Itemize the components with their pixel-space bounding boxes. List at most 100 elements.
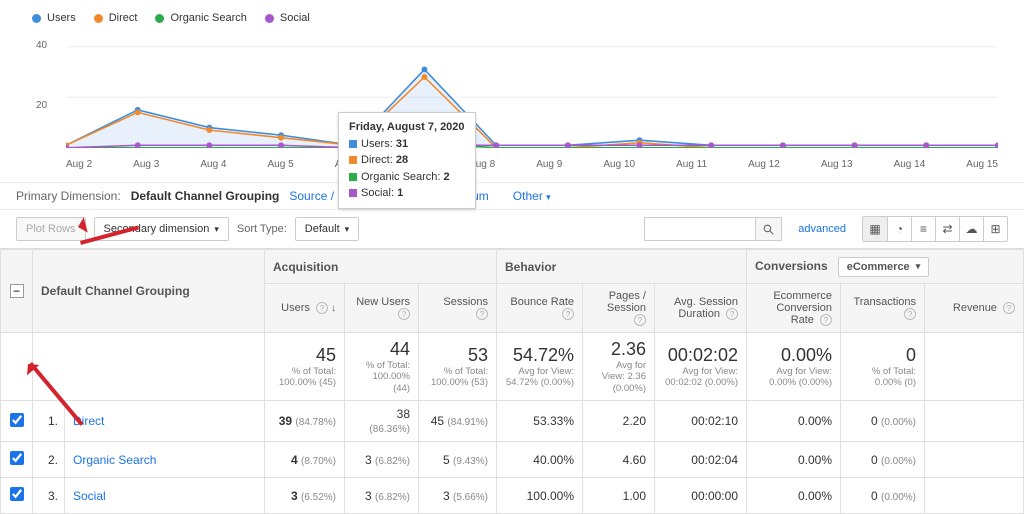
col-users[interactable]: Users ? ↓ (265, 284, 345, 333)
search-button[interactable] (755, 218, 781, 240)
tooltip-row: Users: 31 (349, 136, 465, 153)
search-icon (762, 223, 775, 236)
legend-label: Direct (109, 12, 138, 24)
x-tick-label: Aug 4 (200, 159, 226, 170)
tooltip-title: Friday, August 7, 2020 (349, 119, 465, 136)
view-table-icon[interactable]: ▦ (863, 217, 887, 241)
chart-area: Users Direct Organic Search Social 40 20 Au… (0, 0, 1024, 182)
col-bounce[interactable]: Bounce Rate ? (497, 284, 583, 333)
advanced-link[interactable]: advanced (798, 223, 846, 235)
chevron-down-icon: ▾ (214, 224, 219, 235)
row-checkbox[interactable] (10, 413, 24, 427)
channel-link[interactable]: Direct (73, 414, 104, 428)
help-icon[interactable]: ? (904, 308, 916, 320)
x-tick-label: Aug 10 (603, 159, 635, 170)
legend-item[interactable]: Direct (94, 12, 138, 24)
group-acquisition: Acquisition (265, 250, 497, 284)
search-box (644, 217, 782, 241)
group-behavior: Behavior (497, 250, 747, 284)
help-icon[interactable]: ? (726, 308, 738, 320)
legend-item[interactable]: Organic Search (155, 12, 246, 24)
legend-dot-icon (155, 14, 164, 23)
tooltip-row: Direct: 28 (349, 152, 465, 169)
view-pie-icon[interactable]: ◔ (887, 217, 911, 241)
legend-item[interactable]: Users (32, 12, 76, 24)
legend-dot-icon (265, 14, 274, 23)
row-checkbox[interactable] (10, 451, 24, 465)
view-buttons: ▦ ◔ ≡ ⇄ ☁ ⊞ (862, 216, 1008, 242)
legend-label: Social (280, 12, 310, 24)
sort-type-label: Sort Type: (237, 223, 287, 235)
search-input[interactable] (645, 218, 755, 240)
row-name: Social (65, 478, 265, 514)
x-tick-label: Aug 14 (894, 159, 926, 170)
table-toolbar: Plot Rows Secondary dimension ▾ Sort Typ… (0, 209, 1024, 249)
sort-type-dropdown[interactable]: Default ▾ (295, 217, 359, 241)
collapse-all-button[interactable]: − (10, 284, 24, 298)
row-rank: 2. (33, 442, 65, 478)
help-icon[interactable]: ? (1003, 302, 1015, 314)
tooltip-row: Social: 1 (349, 185, 465, 202)
help-icon[interactable]: ? (398, 308, 410, 320)
chart-legend: Users Direct Organic Search Social (16, 8, 1008, 34)
help-icon[interactable]: ? (820, 314, 832, 326)
col-pps[interactable]: Pages / Session ? (583, 284, 655, 333)
col-newusers[interactable]: New Users ? (345, 284, 419, 333)
legend-item[interactable]: Social (265, 12, 310, 24)
group-conversions: Conversions eCommerce ▾ (747, 250, 1024, 284)
col-duration[interactable]: Avg. Session Duration ? (655, 284, 747, 333)
primary-dimension-row: Primary Dimension: Default Channel Group… (0, 182, 1024, 209)
x-axis-labels: Aug 2Aug 3Aug 4Aug 5Aug 6Aug 7Aug 8Aug 9… (66, 159, 998, 170)
table-row: 3. Social 3 (6.52%) 3 (6.82%) 3 (5.66%) … (1, 478, 1024, 514)
table-row: 2. Organic Search 4 (8.70%) 3 (6.82%) 5 … (1, 442, 1024, 478)
x-tick-label: Aug 12 (748, 159, 780, 170)
ytick-40: 40 (36, 40, 47, 51)
x-tick-label: Aug 13 (821, 159, 853, 170)
table-group-header: − Default Channel Grouping Acquisition B… (1, 250, 1024, 284)
chevron-down-icon: ▾ (916, 261, 921, 272)
chevron-down-icon: ▾ (546, 192, 551, 202)
x-tick-label: Aug 3 (133, 159, 159, 170)
x-tick-label: Aug 15 (966, 159, 998, 170)
row-checkbox[interactable] (10, 487, 24, 501)
tooltip-swatch-icon (349, 173, 357, 181)
conversion-selector[interactable]: eCommerce ▾ (838, 257, 930, 277)
view-bars-icon[interactable]: ≡ (911, 217, 935, 241)
legend-label: Users (47, 12, 76, 24)
legend-dot-icon (94, 14, 103, 23)
view-pivot-icon[interactable]: ⊞ (983, 217, 1007, 241)
help-icon[interactable]: ? (562, 308, 574, 320)
table-row: 1. Direct 39 (84.78%) 38 (86.36%) 45 (84… (1, 401, 1024, 442)
row-name: Direct (65, 401, 265, 442)
dimension-header[interactable]: Default Channel Grouping (33, 250, 265, 333)
help-icon[interactable]: ? (634, 314, 646, 326)
view-compare-icon[interactable]: ⇄ (935, 217, 959, 241)
view-cloud-icon[interactable]: ☁ (959, 217, 983, 241)
x-tick-label: Aug 5 (268, 159, 294, 170)
tooltip-swatch-icon (349, 189, 357, 197)
col-revenue[interactable]: Revenue ? (925, 284, 1024, 333)
line-chart: 40 20 Aug 2Aug 3Aug 4Aug 5Aug 6Aug 7Aug … (16, 34, 1008, 174)
x-tick-label: Aug 2 (66, 159, 92, 170)
chevron-down-icon: ▾ (345, 224, 350, 235)
chart-canvas (66, 34, 998, 148)
col-tx[interactable]: Transactions ? (841, 284, 925, 333)
row-rank: 1. (33, 401, 65, 442)
plot-rows-button: Plot Rows (16, 217, 86, 241)
data-table: − Default Channel Grouping Acquisition B… (0, 249, 1024, 514)
help-icon[interactable]: ? (476, 308, 488, 320)
dim-active[interactable]: Default Channel Grouping (131, 189, 280, 203)
sort-down-icon: ↓ (331, 303, 336, 314)
legend-dot-icon (32, 14, 41, 23)
channel-link[interactable]: Organic Search (73, 453, 156, 467)
tooltip-swatch-icon (349, 156, 357, 164)
ytick-20: 20 (36, 100, 47, 111)
row-name: Organic Search (65, 442, 265, 478)
col-sessions[interactable]: Sessions ? (419, 284, 497, 333)
row-rank: 3. (33, 478, 65, 514)
dim-other[interactable]: Other ▾ (513, 189, 551, 203)
secondary-dimension-dropdown[interactable]: Secondary dimension ▾ (94, 217, 229, 241)
help-icon[interactable]: ? (316, 302, 328, 314)
col-ecr[interactable]: Ecommerce Conversion Rate ? (747, 284, 841, 333)
chart-tooltip: Friday, August 7, 2020 Users: 31Direct: … (338, 112, 476, 209)
